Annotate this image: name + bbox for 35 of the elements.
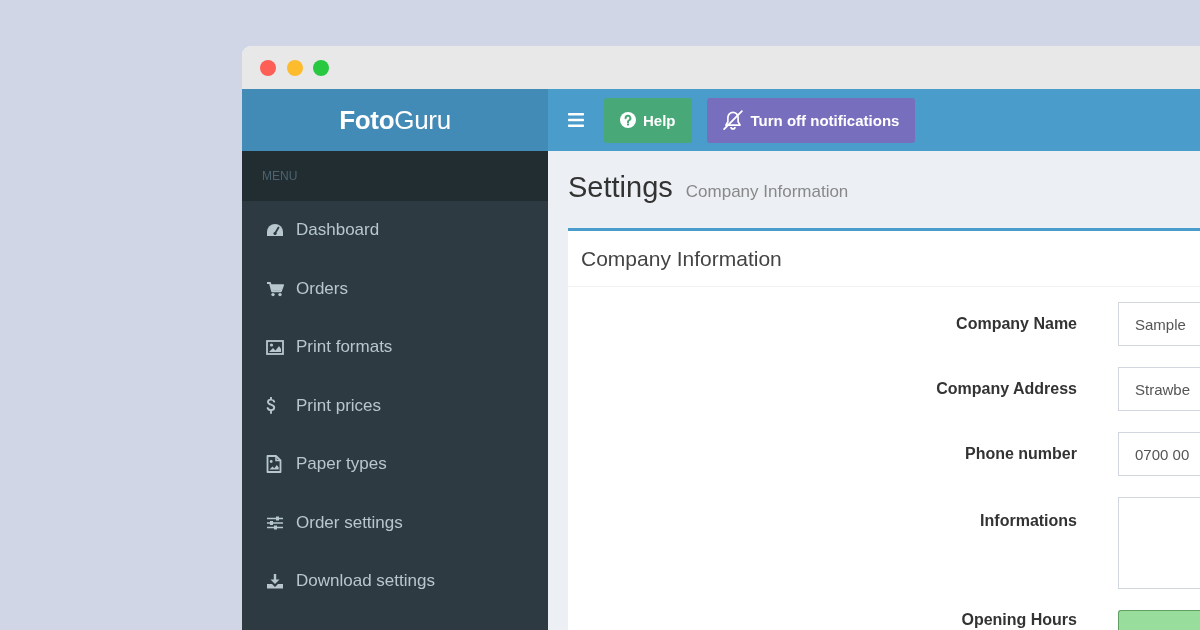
menu-heading: MENU bbox=[242, 151, 548, 201]
page-subtitle: Company Information bbox=[685, 182, 849, 202]
sidebar-item[interactable]: Paper types bbox=[242, 435, 548, 494]
dollar-icon bbox=[266, 396, 276, 415]
page-title: Settings bbox=[568, 171, 673, 204]
minimize-icon[interactable] bbox=[286, 59, 303, 76]
sidebar-item[interactable]: Orders bbox=[242, 259, 548, 318]
bell-slash-icon bbox=[722, 110, 743, 130]
text-field[interactable]: 0700 00 bbox=[1118, 432, 1200, 476]
field-label: Opening Hours bbox=[961, 611, 1077, 628]
close-icon[interactable] bbox=[260, 59, 276, 76]
sidebar-item[interactable]: Download settings bbox=[242, 552, 548, 611]
text-area-field[interactable] bbox=[1118, 497, 1200, 589]
gauge-icon bbox=[266, 223, 284, 238]
download-icon bbox=[266, 573, 284, 590]
zoom-icon[interactable] bbox=[313, 59, 329, 76]
app-logo[interactable]: FotoGuru bbox=[339, 104, 451, 136]
sliders-icon bbox=[266, 515, 284, 530]
text-field[interactable]: Sample bbox=[1118, 302, 1200, 346]
sidebar-item[interactable]: Print formats bbox=[242, 318, 548, 377]
question-circle-icon bbox=[620, 112, 636, 128]
sidebar-item[interactable]: Order settings bbox=[242, 493, 548, 552]
sidebar-item[interactable]: Dashboard bbox=[242, 201, 548, 260]
text-field[interactable]: Strawbe bbox=[1118, 367, 1200, 411]
sidebar-item[interactable]: Print prices bbox=[242, 376, 548, 435]
card-title: Company Information bbox=[581, 246, 782, 271]
field-label: Informations bbox=[980, 512, 1077, 530]
image-icon bbox=[266, 339, 284, 355]
notifications-button[interactable]: Turn off notifications bbox=[706, 97, 916, 143]
cart-icon bbox=[266, 280, 284, 297]
file-image-icon bbox=[266, 455, 282, 474]
field-label: Phone number bbox=[965, 445, 1077, 463]
field-label: Company Name bbox=[956, 315, 1077, 333]
field-label: Company Address bbox=[936, 380, 1077, 398]
menu-icon[interactable] bbox=[568, 113, 584, 127]
